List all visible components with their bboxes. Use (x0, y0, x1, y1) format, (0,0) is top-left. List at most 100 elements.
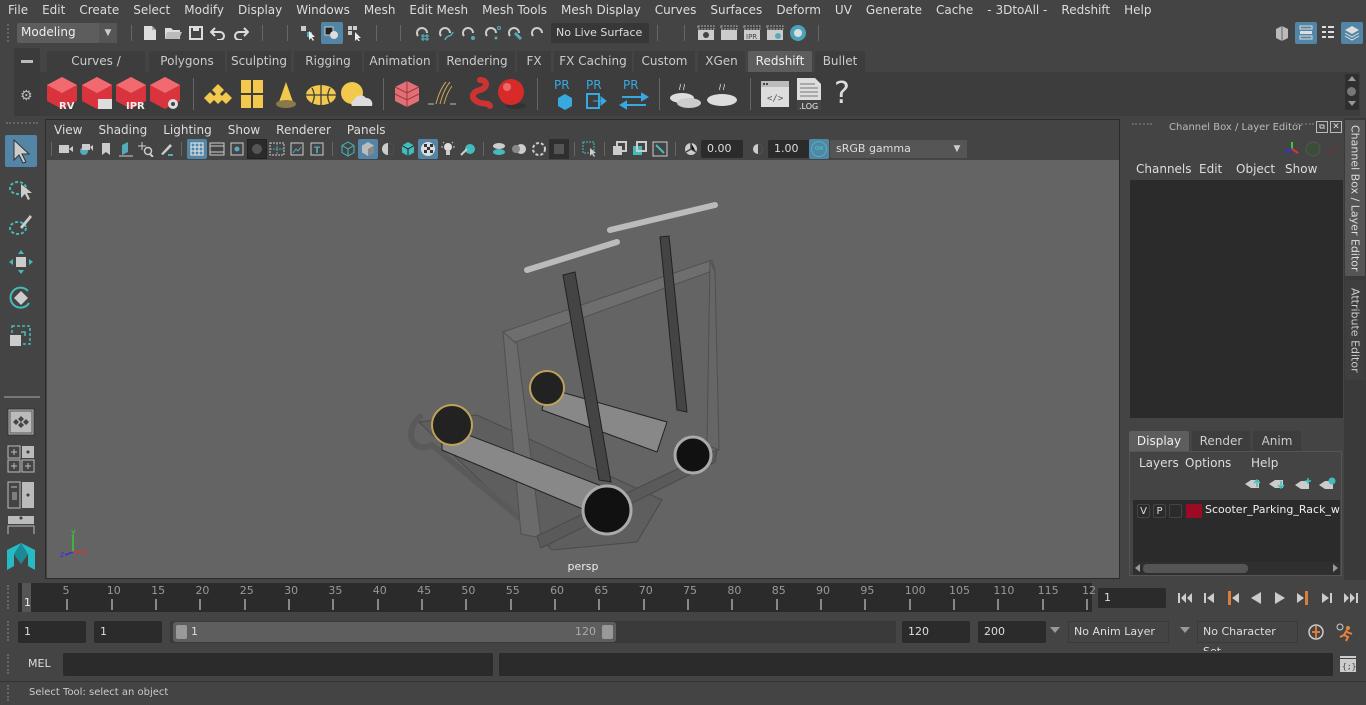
redshift-dome-light-icon[interactable] (304, 78, 338, 110)
redshift-area-light-icon[interactable] (202, 78, 234, 110)
render-frame-icon[interactable] (719, 23, 739, 43)
shelf-tab-redshift[interactable]: Redshift (748, 51, 812, 72)
grid-toggle-icon[interactable] (187, 139, 207, 159)
shadows-icon[interactable] (458, 139, 478, 159)
redo-icon[interactable] (231, 23, 251, 43)
script-language-toggle[interactable]: MEL (28, 657, 51, 670)
safe-action-icon[interactable] (287, 139, 307, 159)
3d-viewport[interactable]: y x z persp (47, 160, 1119, 578)
redshift-ies-light-icon[interactable] (272, 78, 300, 110)
scrollbar-thumb[interactable] (1143, 564, 1248, 573)
undo-icon[interactable] (208, 23, 228, 43)
select-camera-icon[interactable] (56, 139, 76, 159)
safe-title-icon[interactable]: T (307, 139, 327, 159)
range-start-handle[interactable] (176, 625, 187, 639)
float-panel-icon[interactable]: ⧉ (1316, 121, 1328, 133)
scroll-up-icon[interactable] (1348, 76, 1356, 81)
paint-select-tool-icon[interactable] (5, 209, 37, 241)
select-by-hierarchy-icon[interactable] (298, 23, 318, 43)
step-forward-frame-icon[interactable] (1320, 591, 1334, 605)
anim-preferences-icon[interactable] (1334, 622, 1356, 642)
layer-name[interactable]: Scooter_Parking_Rack_with (1205, 503, 1340, 516)
layer-tab-anim[interactable]: Anim (1253, 431, 1301, 451)
tool-settings-toggle-icon[interactable] (1318, 23, 1338, 43)
shelf-tab-fx[interactable]: FX (517, 51, 551, 72)
redshift-proxy-icon[interactable] (392, 78, 422, 110)
move-layer-down-icon[interactable] (1268, 477, 1286, 491)
make-live-icon[interactable] (505, 23, 525, 43)
gamma-icon[interactable] (748, 139, 768, 159)
redshift-sun-sky-icon[interactable] (338, 78, 374, 110)
redshift-log-icon[interactable]: .LOG (795, 76, 823, 112)
go-to-end-icon[interactable] (1343, 591, 1359, 605)
gamma-field[interactable]: 1.00 (768, 140, 810, 158)
step-forward-key-icon[interactable] (1296, 590, 1310, 606)
redshift-proxy-convert-icon[interactable]: PR (618, 76, 650, 112)
isolate-select-icon[interactable] (580, 139, 600, 159)
close-icon[interactable]: ✕ (1330, 121, 1342, 133)
shelf-tab-animation[interactable]: Animation (364, 51, 436, 72)
status-line-grip[interactable] (7, 24, 11, 42)
menu-file[interactable]: File (0, 3, 34, 17)
animation-end-field[interactable]: 200 (978, 621, 1046, 643)
snap-to-point-icon[interactable] (459, 23, 479, 43)
scale-tool-icon[interactable] (5, 319, 37, 351)
attribute-editor-toggle-icon[interactable] (1295, 22, 1317, 44)
layer-display-type-toggle[interactable] (1169, 504, 1182, 518)
four-view-layout-icon[interactable] (5, 443, 37, 475)
select-by-object-icon[interactable] (321, 22, 343, 44)
help-icon[interactable]: ? (830, 74, 854, 114)
camera-attributes-icon[interactable] (76, 139, 96, 159)
viewport-menu-panels[interactable]: Panels (339, 123, 394, 137)
menu-set-dropdown[interactable]: Modeling ▼ (17, 23, 117, 43)
move-tool-icon[interactable] (5, 246, 37, 278)
snap-to-view-plane-icon[interactable] (482, 23, 502, 43)
viewport-menu-view[interactable]: View (46, 123, 90, 137)
redshift-render-settings-icon[interactable] (148, 75, 182, 113)
redshift-proxy-export-icon[interactable]: PR (552, 76, 578, 112)
shelf-tab-rigging[interactable]: Rigging (294, 51, 362, 72)
new-scene-icon[interactable] (140, 23, 160, 43)
menu-modify[interactable]: Modify (176, 3, 230, 17)
xray-icon[interactable] (610, 139, 630, 159)
menu-cache[interactable]: Cache (928, 3, 979, 17)
side-tab-channel-box[interactable]: Channel Box / Layer Editor (1345, 120, 1365, 276)
layer-horizontal-scrollbar[interactable] (1133, 562, 1340, 575)
shelf-tab-polygons[interactable]: Polygons (149, 51, 225, 72)
layer-options-menu[interactable]: Options (1185, 456, 1231, 470)
select-tool-icon[interactable] (5, 135, 37, 167)
character-set-dropdown[interactable]: No Character Set (1197, 621, 1298, 658)
menu-edit-mesh[interactable]: Edit Mesh (401, 3, 474, 17)
film-gate-icon[interactable] (207, 139, 227, 159)
menu-generate[interactable]: Generate (858, 3, 928, 17)
current-frame-field[interactable]: 1 (1098, 588, 1166, 608)
shelf-tab-fx-caching[interactable]: FX Caching (554, 51, 632, 72)
scroll-down-icon[interactable] (1348, 101, 1356, 106)
menu-uv[interactable]: UV (827, 3, 858, 17)
redshift-hair-icon[interactable] (464, 76, 494, 112)
menu-display[interactable]: Display (230, 3, 288, 17)
scroll-left-icon[interactable] (1135, 564, 1140, 572)
redshift-render-view-icon[interactable]: RV (45, 75, 79, 113)
screen-space-ao-icon[interactable] (489, 139, 509, 159)
animation-start-field[interactable]: 1 (18, 621, 86, 643)
side-tab-attribute-editor[interactable]: Attribute Editor (1345, 280, 1365, 380)
depth-of-field-icon[interactable] (549, 139, 569, 159)
channel-box-object-menu[interactable]: Object (1236, 162, 1275, 176)
shelf-tab-curves-surfaces[interactable]: Curves / Surfaces (47, 51, 145, 89)
exposure-field[interactable]: 0.00 (701, 140, 743, 158)
snap-to-surface-icon[interactable] (528, 23, 548, 43)
redshift-ipr-icon[interactable]: IPR (114, 75, 148, 113)
use-default-material-icon[interactable] (378, 139, 398, 159)
range-slider[interactable]: 1 120 (173, 622, 616, 642)
layers-menu[interactable]: Layers (1139, 456, 1179, 470)
bookmarks-icon[interactable] (96, 139, 116, 159)
save-scene-icon[interactable] (186, 23, 206, 43)
wireframe-on-shaded-icon[interactable] (398, 139, 418, 159)
snap-to-curve-icon[interactable] (436, 23, 456, 43)
graph-persp-layout-icon[interactable] (5, 516, 37, 534)
snap-to-grid-icon[interactable] (413, 23, 433, 43)
auto-key-icon[interactable] (1306, 622, 1326, 642)
anti-aliasing-icon[interactable] (529, 139, 549, 159)
field-chart-icon[interactable] (267, 139, 287, 159)
